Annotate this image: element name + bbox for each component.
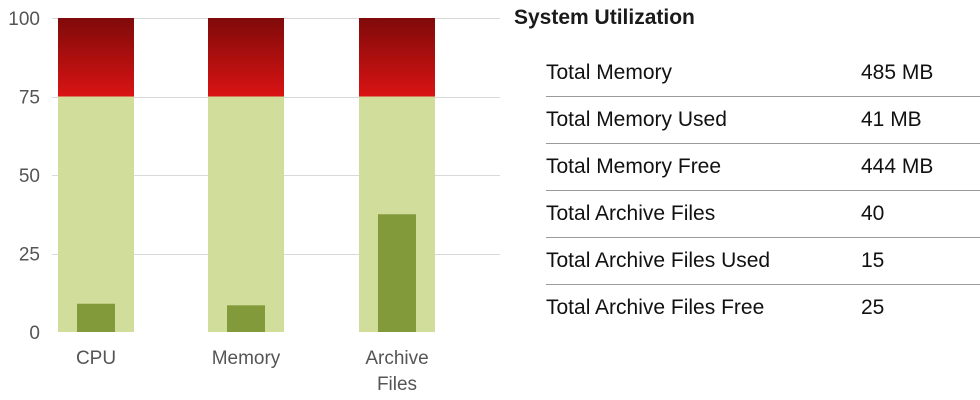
stat-label: Total Archive Files: [546, 190, 861, 238]
x-tick-label-line: Memory: [212, 348, 281, 369]
stats-row: Total Archive Files 40: [546, 190, 980, 238]
stat-label: Total Archive Files Free: [546, 284, 861, 331]
stats-row: Total Memory 485 MB: [546, 50, 980, 97]
x-tick-label: CPU: [76, 348, 116, 369]
stat-label: Total Memory Used: [546, 96, 861, 144]
stat-value: 41 MB: [861, 96, 980, 144]
chart-y-axis: 0 25 50 75 100: [8, 9, 40, 344]
y-tick-label: 0: [29, 323, 40, 344]
stat-value: 25: [861, 284, 980, 331]
utilization-chart: 0 25 50 75 100 CPU Memory Archive Files: [8, 9, 500, 395]
stats-row: Total Archive Files Used 15: [546, 237, 980, 285]
stat-label: Total Archive Files Used: [546, 237, 861, 285]
chart-x-axis: CPU Memory Archive Files: [76, 348, 429, 395]
usage-bar: [227, 305, 265, 332]
x-tick-label-line: Archive: [365, 348, 428, 369]
system-utilization-panel: System Utilization Total Memory 485 MB Tot…: [514, 0, 980, 400]
critical-range-band: [359, 18, 435, 97]
stat-label: Total Memory: [546, 61, 673, 84]
x-tick-label: Memory: [212, 348, 281, 369]
critical-range-band: [208, 18, 284, 97]
stats-table: Total Memory 485 MB Total Memory Used 41 MB…: [546, 50, 980, 331]
y-tick-label: 75: [19, 88, 40, 109]
x-tick-label-line: CPU: [76, 348, 116, 369]
normal-range-band: [58, 96, 134, 332]
stats-row: Total Memory Free 444 MB: [546, 143, 980, 191]
usage-bar: [378, 214, 416, 332]
y-tick-label: 50: [19, 166, 40, 187]
critical-range-band: [58, 18, 134, 97]
panel-title: System Utilization: [514, 6, 695, 29]
normal-range-band: [208, 96, 284, 332]
stat-value: 444 MB: [861, 143, 980, 191]
stats-row: Total Archive Files Free 25: [546, 284, 980, 331]
stat-value: 485 MB: [861, 61, 934, 84]
y-tick-label: 25: [19, 245, 40, 266]
stat-label: Total Memory Free: [546, 143, 861, 191]
stat-value: 40: [861, 190, 980, 238]
stat-value: 15: [861, 237, 980, 285]
x-tick-label-line: Files: [377, 374, 417, 395]
x-tick-label: Archive Files: [365, 348, 428, 395]
y-tick-label: 100: [8, 9, 40, 30]
stats-row: Total Memory Used 41 MB: [546, 96, 980, 144]
usage-bar: [77, 303, 115, 332]
